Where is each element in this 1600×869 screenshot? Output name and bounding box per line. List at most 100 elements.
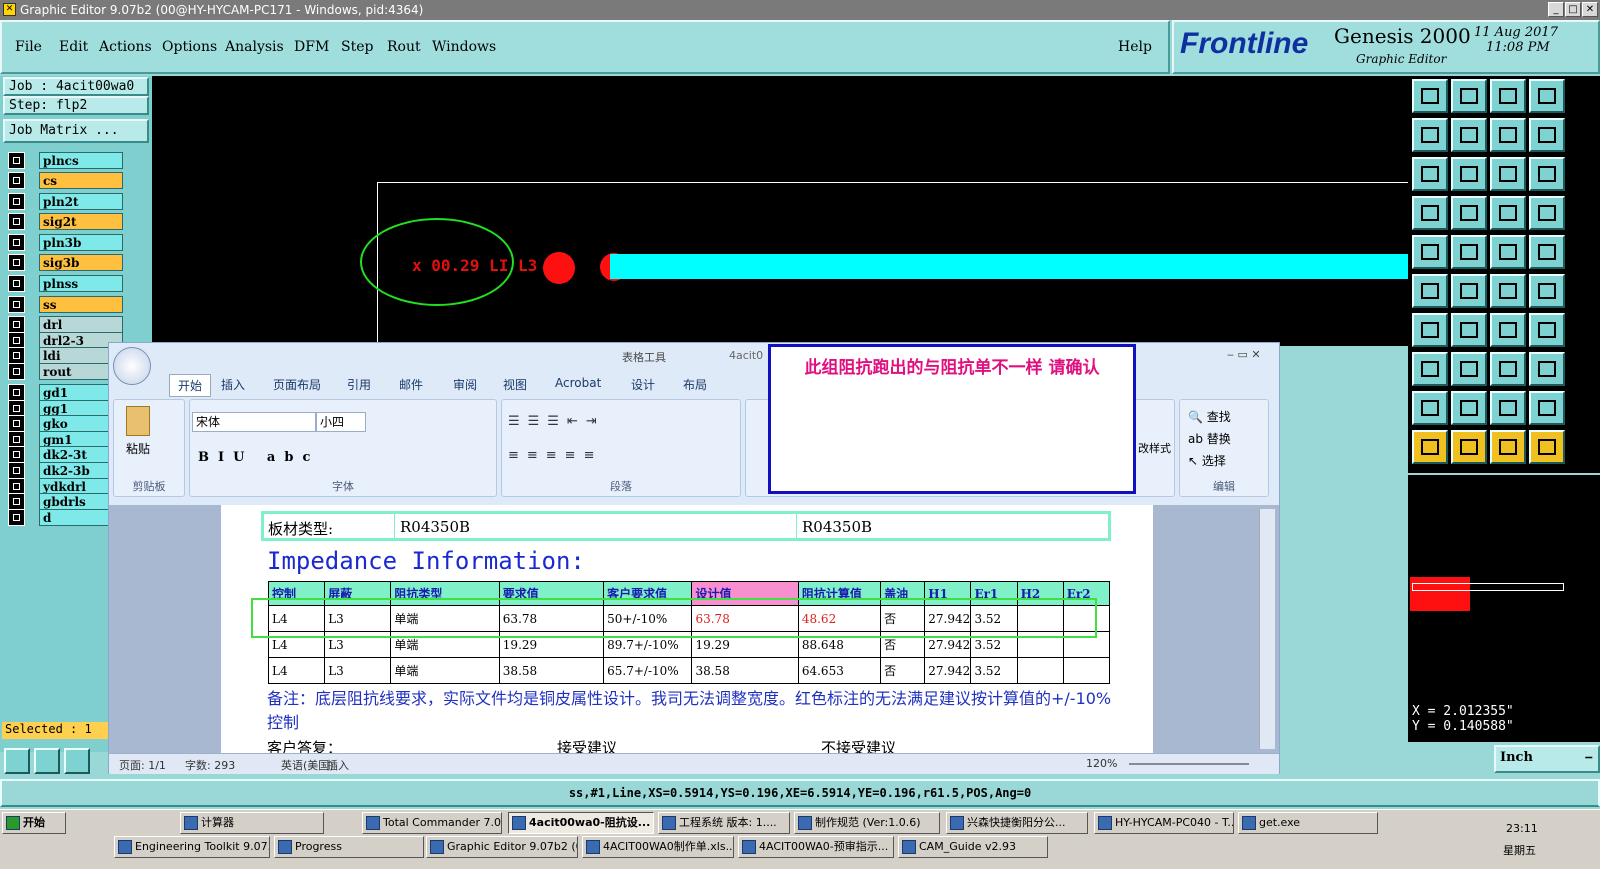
layer-row-pln3b[interactable]: pln3b — [8, 234, 123, 251]
table-cell[interactable] — [1016, 657, 1064, 684]
pointer-icon[interactable] — [1529, 430, 1565, 464]
layer-checkbox[interactable] — [8, 363, 25, 380]
graphic-canvas[interactable]: x 00.29 LI L3 L4 — [152, 76, 1408, 346]
layer-checkbox[interactable] — [8, 384, 25, 401]
layer-name[interactable]: plncs — [39, 152, 123, 169]
table-cell[interactable] — [1062, 657, 1111, 684]
select-button[interactable]: ↖ 选择 — [1188, 452, 1226, 469]
paste-icon[interactable] — [126, 406, 150, 436]
layer-checkbox[interactable] — [8, 234, 25, 251]
menu-file[interactable]: File — [15, 39, 42, 55]
layer-checkbox[interactable] — [8, 296, 25, 313]
center-icon[interactable] — [1451, 157, 1487, 191]
ribbon-tab[interactable]: 开始 — [169, 374, 212, 397]
word-window-controls[interactable]: ‒ ▭ ✕ — [1227, 348, 1261, 361]
menu-options[interactable]: Options — [162, 39, 217, 55]
zoom-in-icon[interactable] — [1412, 118, 1448, 152]
layer-checkbox[interactable] — [8, 213, 25, 230]
pointer-icon[interactable] — [1412, 430, 1448, 464]
layer-checkbox[interactable] — [8, 193, 25, 210]
office-button[interactable] — [113, 347, 151, 385]
ribbon-tab[interactable]: 邮件 — [399, 376, 423, 393]
menu-help[interactable]: Help — [1118, 39, 1152, 55]
layer-name[interactable]: plnss — [39, 275, 123, 292]
layer-row-pln2t[interactable]: pln2t — [8, 193, 123, 210]
layer-checkbox[interactable] — [8, 172, 25, 189]
table-cell[interactable]: 38.58 — [691, 657, 799, 684]
table-cell[interactable]: 38.58 — [498, 657, 605, 684]
list-buttons[interactable]: ☰☰☰⇤⇥ — [508, 414, 605, 429]
change-styles-label[interactable]: 改样式 — [1138, 440, 1171, 456]
triangle-icon[interactable] — [1451, 391, 1487, 425]
minus-icon[interactable] — [1451, 352, 1487, 386]
paste-label[interactable]: 粘贴 — [126, 440, 150, 457]
move-icon[interactable] — [1490, 274, 1526, 308]
layer-row-sig3b[interactable]: sig3b — [8, 254, 123, 271]
line-icon[interactable] — [1451, 235, 1487, 269]
ruler-icon[interactable] — [1490, 235, 1526, 269]
replace-button[interactable]: ab 替换 — [1188, 430, 1231, 447]
ribbon-tab[interactable]: Acrobat — [555, 376, 601, 390]
taskbar-button[interactable]: Progress — [274, 836, 424, 858]
triangle-icon[interactable] — [1412, 391, 1448, 425]
layer-row-gd1[interactable]: gd1 — [8, 384, 123, 401]
taskbar-button[interactable]: 计算器 — [180, 812, 324, 834]
close-button[interactable]: ✕ — [1582, 2, 1598, 17]
zoom-level[interactable]: 120% — [1086, 757, 1117, 770]
vertical-scrollbar[interactable] — [1259, 509, 1275, 749]
ribbon-tab[interactable]: 审阅 — [453, 376, 477, 393]
home-icon[interactable] — [1490, 79, 1526, 113]
units-selector[interactable]: Inch ⎯ — [1494, 745, 1600, 773]
snap-icon[interactable] — [1490, 196, 1526, 230]
layer-row-cs[interactable]: cs — [8, 172, 123, 189]
layer-row-plncs[interactable]: plncs — [8, 152, 123, 169]
triangle-icon[interactable] — [1529, 391, 1565, 425]
table-cell[interactable]: 27.942 — [924, 657, 972, 684]
measure-icon[interactable] — [34, 748, 60, 774]
route-icon[interactable] — [1412, 274, 1448, 308]
layer-checkbox[interactable] — [8, 446, 25, 463]
layer-checkbox[interactable] — [8, 509, 25, 526]
document-page[interactable]: 板材类型: R04350B R04350B Impedance Informat… — [221, 505, 1153, 757]
layer-checkbox[interactable] — [8, 316, 25, 333]
layer-name[interactable]: ss — [39, 296, 123, 313]
copy-icon[interactable] — [1529, 274, 1565, 308]
taskbar-button[interactable]: 4acit00wa0-阻抗设... — [508, 812, 654, 834]
layer-row-plnss[interactable]: plnss — [8, 275, 123, 292]
window-icon[interactable] — [1529, 79, 1565, 113]
open-icon[interactable] — [1412, 79, 1448, 113]
layer-row-d[interactable]: d — [8, 509, 123, 526]
layer-name[interactable]: sig2t — [39, 213, 123, 230]
selected-line[interactable] — [610, 254, 1408, 279]
format-buttons[interactable]: BIU abc — [198, 450, 319, 465]
insert-mode[interactable]: 插入 — [327, 757, 349, 773]
zoom-out-icon[interactable] — [1451, 118, 1487, 152]
pointer-icon[interactable] — [1451, 430, 1487, 464]
grid-icon[interactable] — [1451, 196, 1487, 230]
table-cell[interactable]: 3.52 — [970, 657, 1018, 684]
tools-icon[interactable] — [1412, 196, 1448, 230]
layer-row-dk2-3t[interactable]: dk2-3t — [8, 446, 123, 463]
layer-row-sig2t[interactable]: sig2t — [8, 213, 123, 230]
layer-checkbox[interactable] — [8, 152, 25, 169]
layer-name[interactable]: sig3b — [39, 254, 123, 271]
zoom-icon[interactable] — [4, 748, 30, 774]
layer-name[interactable]: cs — [39, 172, 123, 189]
table-cell[interactable]: 64.653 — [797, 657, 882, 684]
layer-name[interactable]: drl — [39, 316, 123, 333]
mirror-icon[interactable] — [1529, 313, 1565, 347]
layer-checkbox[interactable] — [8, 347, 25, 364]
triangle-icon[interactable] — [1490, 391, 1526, 425]
taskbar-button[interactable]: 工程系统 版本: 1.... — [658, 812, 790, 834]
add-icon[interactable] — [1412, 352, 1448, 386]
layer-row-dk2-3b[interactable]: dk2-3b — [8, 462, 123, 479]
font-name-select[interactable]: 宋体 — [192, 412, 316, 432]
pad-icon[interactable] — [1412, 235, 1448, 269]
circle-icon[interactable] — [1529, 235, 1565, 269]
save-icon[interactable] — [1451, 79, 1487, 113]
menu-rout[interactable]: Rout — [387, 39, 421, 55]
layer-row-drl[interactable]: drl — [8, 316, 123, 333]
ribbon-tab[interactable]: 视图 — [503, 376, 527, 393]
taskbar-button[interactable]: 4ACIT00WA0-预审指示... — [738, 836, 894, 858]
layer-row-ldi[interactable]: ldi — [8, 347, 123, 364]
